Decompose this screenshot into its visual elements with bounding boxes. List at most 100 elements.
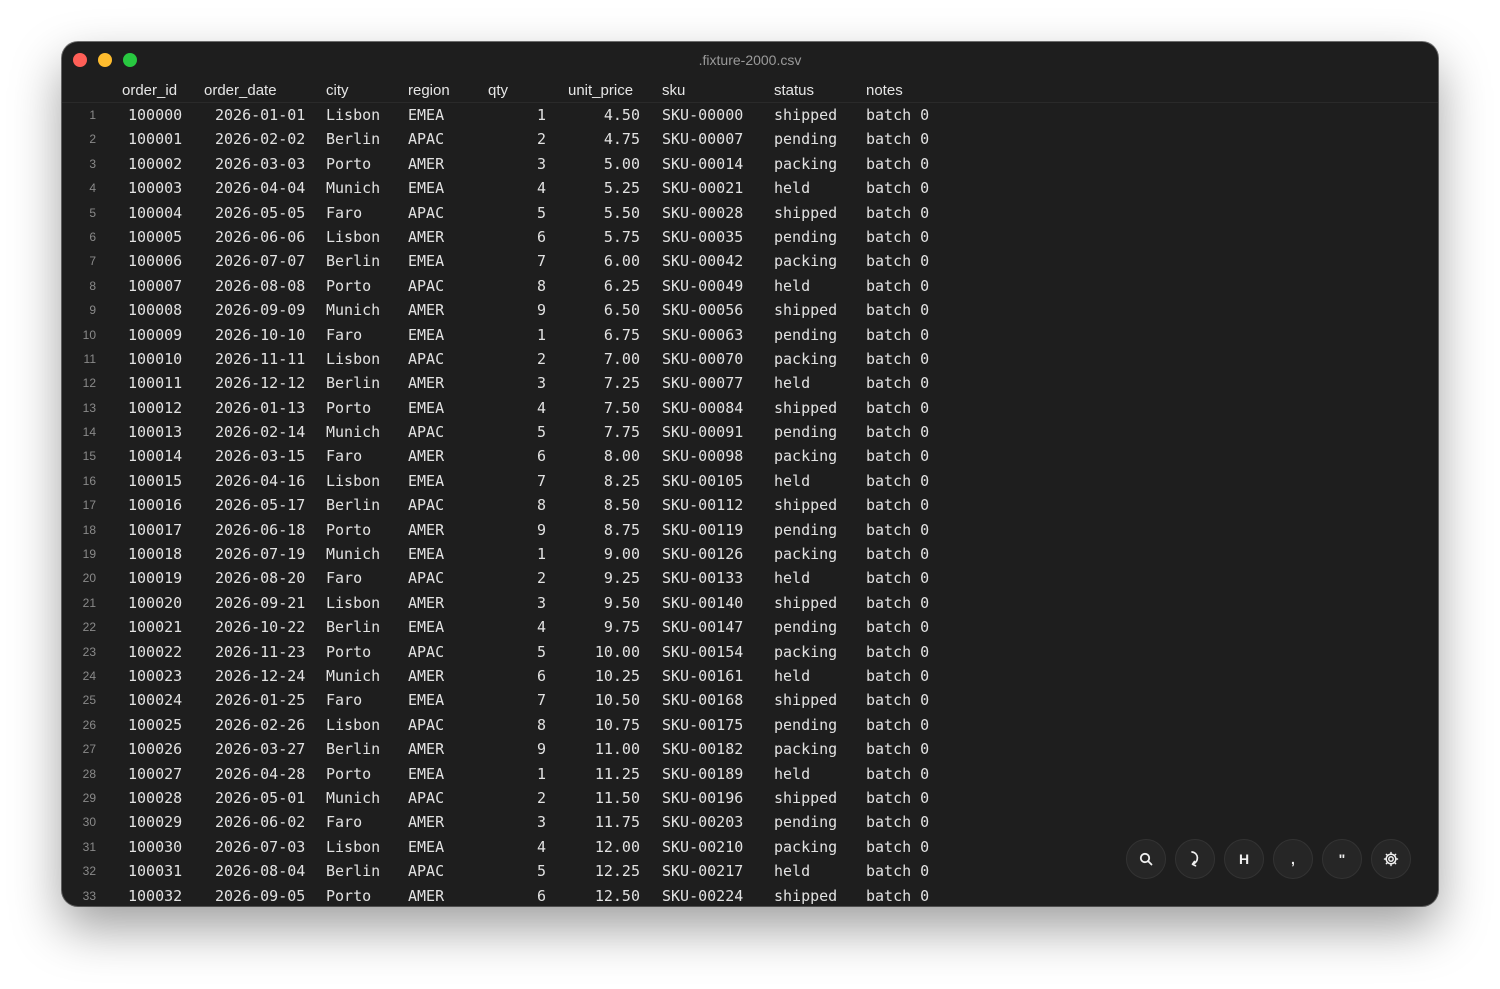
cell-order-date[interactable]: 2026-02-14 [215,423,305,441]
cell-unit-price[interactable]: 5.75 [570,228,640,246]
table-row[interactable]: 23 100022 2026-11-23 Porto APAC 5 10.00 SKU-001… [62,640,1438,664]
table-row[interactable]: 16 100015 2026-04-16 Lisbon EMEA 7 8.25 SKU-001… [62,469,1438,493]
table-row[interactable]: 8 100007 2026-08-08 Porto APAC 8 6.25 SKU-00049… [62,274,1438,298]
cell-sku[interactable]: SKU-00028 [662,204,743,222]
cell-notes[interactable]: batch 0 [866,740,929,758]
cell-notes[interactable]: batch 0 [866,716,929,734]
cell-unit-price[interactable]: 9.00 [570,545,640,563]
cell-status[interactable]: packing [774,838,837,856]
cell-qty[interactable]: 5 [508,643,546,661]
cell-region[interactable]: AMER [408,521,444,539]
cell-city[interactable]: Munich [326,423,380,441]
cell-status[interactable]: pending [774,423,837,441]
cell-qty[interactable]: 5 [508,862,546,880]
cell-order-date[interactable]: 2026-09-09 [215,301,305,319]
table-row[interactable]: 26 100025 2026-02-26 Lisbon APAC 8 10.75 SKU-00… [62,713,1438,737]
cell-city[interactable]: Munich [326,545,380,563]
cell-unit-price[interactable]: 10.75 [570,716,640,734]
cell-order-id[interactable]: 100021 [128,618,182,636]
cell-city[interactable]: Porto [326,399,371,417]
cell-city[interactable]: Berlin [326,252,380,270]
table-row[interactable]: 12 100011 2026-12-12 Berlin AMER 3 7.25 SKU-000… [62,371,1438,395]
cell-unit-price[interactable]: 11.50 [570,789,640,807]
cell-qty[interactable]: 9 [508,740,546,758]
cell-sku[interactable]: SKU-00210 [662,838,743,856]
cell-order-id[interactable]: 100019 [128,569,182,587]
cell-order-id[interactable]: 100020 [128,594,182,612]
table-row[interactable]: 20 100019 2026-08-20 Faro APAC 2 9.25 SKU-00133… [62,566,1438,590]
table-row[interactable]: 10 100009 2026-10-10 Faro EMEA 1 6.75 SKU-00063… [62,323,1438,347]
cell-status[interactable]: pending [774,130,837,148]
cell-region[interactable]: APAC [408,716,444,734]
table-row[interactable]: 33 100032 2026-09-05 Porto AMER 6 12.50 SKU-002… [62,884,1438,907]
cell-qty[interactable]: 7 [508,252,546,270]
table-row[interactable]: 28 100027 2026-04-28 Porto EMEA 1 11.25 SKU-001… [62,762,1438,786]
cell-order-date[interactable]: 2026-04-28 [215,765,305,783]
cell-sku[interactable]: SKU-00119 [662,521,743,539]
cell-qty[interactable]: 5 [508,423,546,441]
table-row[interactable]: 11 100010 2026-11-11 Lisbon APAC 2 7.00 SKU-000… [62,347,1438,371]
settings-button[interactable] [1371,839,1411,879]
table-row[interactable]: 3 100002 2026-03-03 Porto AMER 3 5.00 SKU-00014… [62,152,1438,176]
cell-unit-price[interactable]: 10.00 [570,643,640,661]
cell-status[interactable]: held [774,667,810,685]
table-row[interactable]: 1 100000 2026-01-01 Lisbon EMEA 1 4.50 SKU-0000… [62,103,1438,127]
column-header-region[interactable]: region [408,82,450,99]
cell-city[interactable]: Porto [326,521,371,539]
cell-notes[interactable]: batch 0 [866,301,929,319]
cell-region[interactable]: APAC [408,789,444,807]
cell-order-date[interactable]: 2026-01-01 [215,106,305,124]
cell-unit-price[interactable]: 7.50 [570,399,640,417]
cell-region[interactable]: AMER [408,813,444,831]
cell-sku[interactable]: SKU-00021 [662,179,743,197]
cell-notes[interactable]: batch 0 [866,374,929,392]
cell-region[interactable]: EMEA [408,326,444,344]
table-row[interactable]: 19 100018 2026-07-19 Munich EMEA 1 9.00 SKU-001… [62,542,1438,566]
cell-status[interactable]: packing [774,155,837,173]
cell-sku[interactable]: SKU-00154 [662,643,743,661]
cell-notes[interactable]: batch 0 [866,423,929,441]
cell-sku[interactable]: SKU-00133 [662,569,743,587]
cell-notes[interactable]: batch 0 [866,838,929,856]
cell-order-id[interactable]: 100004 [128,204,182,222]
cell-order-date[interactable]: 2026-05-01 [215,789,305,807]
cell-sku[interactable]: SKU-00014 [662,155,743,173]
cell-sku[interactable]: SKU-00056 [662,301,743,319]
cell-unit-price[interactable]: 10.25 [570,667,640,685]
cell-unit-price[interactable]: 12.00 [570,838,640,856]
cell-order-id[interactable]: 100001 [128,130,182,148]
cell-qty[interactable]: 1 [508,765,546,783]
cell-unit-price[interactable]: 7.25 [570,374,640,392]
cell-qty[interactable]: 1 [508,545,546,563]
cell-city[interactable]: Porto [326,887,371,905]
cell-order-date[interactable]: 2026-04-16 [215,472,305,490]
cell-status[interactable]: shipped [774,496,837,514]
cell-notes[interactable]: batch 0 [866,862,929,880]
cell-order-date[interactable]: 2026-05-05 [215,204,305,222]
column-header-unit-price[interactable]: unit_price [568,82,633,99]
cell-qty[interactable]: 8 [508,716,546,734]
cell-order-date[interactable]: 2026-09-21 [215,594,305,612]
cell-notes[interactable]: batch 0 [866,252,929,270]
cell-status[interactable]: shipped [774,399,837,417]
cell-order-id[interactable]: 100008 [128,301,182,319]
cell-order-date[interactable]: 2026-03-27 [215,740,305,758]
cell-qty[interactable]: 6 [508,887,546,905]
cell-order-id[interactable]: 100016 [128,496,182,514]
cell-order-id[interactable]: 100005 [128,228,182,246]
cell-city[interactable]: Faro [326,447,362,465]
cell-order-id[interactable]: 100012 [128,399,182,417]
column-header-order-date[interactable]: order_date [204,82,277,99]
cell-sku[interactable]: SKU-00042 [662,252,743,270]
cell-status[interactable]: shipped [774,789,837,807]
cell-order-id[interactable]: 100013 [128,423,182,441]
table-row[interactable]: 5 100004 2026-05-05 Faro APAC 5 5.50 SKU-00028 s… [62,201,1438,225]
cell-city[interactable]: Faro [326,204,362,222]
cell-sku[interactable]: SKU-00063 [662,326,743,344]
cell-status[interactable]: pending [774,326,837,344]
cell-unit-price[interactable]: 12.25 [570,862,640,880]
cell-notes[interactable]: batch 0 [866,179,929,197]
column-header-qty[interactable]: qty [488,82,508,99]
cell-order-id[interactable]: 100023 [128,667,182,685]
table-row[interactable]: 27 100026 2026-03-27 Berlin AMER 9 11.00 SKU-00… [62,737,1438,761]
